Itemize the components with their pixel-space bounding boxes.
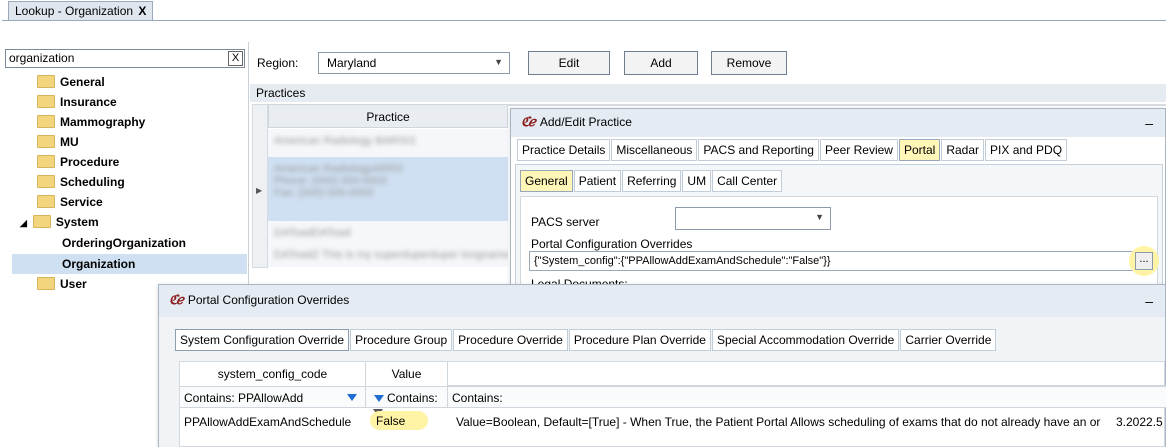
- tree-item-procedure[interactable]: Procedure: [37, 152, 247, 172]
- portal-tab-panel: General Patient Referring UM Call Center PAC…: [515, 164, 1163, 291]
- subtab-patient[interactable]: Patient: [573, 170, 622, 192]
- ellipsis-button[interactable]: ...: [1135, 252, 1153, 270]
- region-select[interactable]: Maryland ▼: [318, 52, 510, 74]
- clear-search-icon[interactable]: X: [228, 51, 243, 66]
- folder-icon: [37, 135, 55, 148]
- add-button[interactable]: Add: [624, 51, 698, 75]
- edit-button[interactable]: Edit: [528, 51, 610, 75]
- content-border: [2, 20, 1166, 42]
- document-tabstrip: [0, 0, 1166, 20]
- window-title: Add/Edit Practice: [539, 115, 632, 129]
- tab-carrier-override[interactable]: Carrier Override: [900, 329, 997, 351]
- folder-icon: [37, 277, 55, 290]
- open-folder-icon: [32, 215, 51, 228]
- tree: General Insurance Mammography MU Procedu…: [37, 72, 247, 212]
- portal-overrides-label: Portal Configuration Overrides: [531, 237, 693, 251]
- dropdown-arrow-icon: ▼: [815, 212, 824, 222]
- folder-icon: [37, 195, 55, 208]
- filter-description[interactable]: Contains:: [448, 387, 748, 407]
- app-logo-icon: ℭℯ: [521, 115, 536, 130]
- cell-description: Value=Boolean, Default=[True] - When Tru…: [456, 415, 1101, 429]
- subtab-general[interactable]: General: [520, 170, 573, 192]
- table-row[interactable]: PPAllowAddExamAndSchedule False Value=Bo…: [180, 410, 1166, 432]
- window-titlebar[interactable]: ℭℯ Add/Edit Practice –: [511, 109, 1165, 137]
- cell-value[interactable]: False: [370, 411, 428, 430]
- tab-pacs-and-reporting[interactable]: PACS and Reporting: [698, 139, 819, 161]
- tab-radar[interactable]: Radar: [941, 139, 985, 161]
- practice-column-header[interactable]: Practice: [268, 104, 508, 128]
- tab-procedure-plan-override[interactable]: Procedure Plan Override: [568, 329, 711, 351]
- overrides-tabs: System Configuration Override Procedure G…: [175, 329, 997, 351]
- tab-pix-and-pdq[interactable]: PIX and PDQ: [985, 139, 1068, 161]
- table-row[interactable]: American Radiology BARISS: [268, 129, 508, 157]
- tab-procedure-override[interactable]: Procedure Override: [453, 329, 568, 351]
- folder-icon: [37, 175, 55, 188]
- tree-item-orderingorganization[interactable]: OrderingOrganization: [62, 233, 186, 253]
- tree-item-scheduling[interactable]: Scheduling: [37, 172, 247, 192]
- grid-header-border: [508, 104, 1166, 106]
- close-tab-icon[interactable]: X: [138, 4, 146, 18]
- subtab-referring[interactable]: Referring: [622, 170, 682, 192]
- folder-icon: [37, 75, 55, 88]
- tree-item-mu[interactable]: MU: [37, 132, 247, 152]
- tab-special-accommodation-override[interactable]: Special Accommodation Override: [711, 329, 900, 351]
- tab-procedure-group[interactable]: Procedure Group: [350, 329, 453, 351]
- tree-item-general[interactable]: General: [37, 72, 247, 92]
- folder-icon: [37, 155, 55, 168]
- tab-peer-review[interactable]: Peer Review: [819, 139, 898, 161]
- portal-config-overrides-window: ℭℯ Portal Configuration Overrides – Syste…: [158, 284, 1166, 447]
- tab-portal[interactable]: Portal: [898, 139, 941, 161]
- filter-active-icon[interactable]: [374, 395, 384, 403]
- subtab-call-center[interactable]: Call Center: [712, 170, 783, 192]
- folder-icon: [37, 95, 55, 108]
- pacs-server-label: PACS server: [531, 215, 600, 229]
- tab-lookup-organization[interactable]: Lookup - Organization X: [8, 1, 154, 20]
- tree-item-system[interactable]: ◢ System: [20, 212, 99, 232]
- app-logo-icon: ℭℯ: [169, 293, 184, 308]
- window-title: Portal Configuration Overrides: [187, 293, 350, 307]
- pacs-server-select[interactable]: ▼: [675, 207, 831, 230]
- filter-code[interactable]: Contains: PPAllowAdd: [180, 387, 366, 407]
- table-row[interactable]: DAToadZ This is my superduperduper longn…: [268, 243, 508, 267]
- window-titlebar[interactable]: ℭℯ Portal Configuration Overrides –: [159, 285, 1165, 317]
- tab-system-configuration-override[interactable]: System Configuration Override: [175, 329, 350, 351]
- minimize-icon[interactable]: –: [1145, 293, 1153, 309]
- tab-practice-details[interactable]: Practice Details: [517, 139, 611, 161]
- tab-title: Lookup - Organization: [15, 4, 134, 18]
- filter-active-icon[interactable]: [347, 394, 357, 401]
- tree-search-input[interactable]: organization X: [5, 49, 245, 68]
- practices-section-label: Practices: [250, 84, 1166, 102]
- dropdown-arrow-icon: ▼: [494, 57, 503, 67]
- minimize-icon[interactable]: –: [1145, 115, 1153, 131]
- portal-overrides-field[interactable]: {"System_config":{"PPAllowAddExamAndSche…: [529, 251, 1133, 271]
- remove-button[interactable]: Remove: [711, 51, 787, 75]
- filter-row: Contains: PPAllowAdd Contains: Contains:: [180, 386, 1166, 417]
- overrides-grid: system_config_code Value Contains: PPAll…: [179, 361, 1166, 447]
- table-row-selected[interactable]: American RadiologyARRS Phone: (000) 000-…: [268, 157, 508, 221]
- practice-tabs: Practice Details Miscellaneous PACS and Re…: [517, 139, 1068, 161]
- portal-subtabs: General Patient Referring UM Call Center: [520, 170, 783, 192]
- tree-item-mammography[interactable]: Mammography: [37, 112, 247, 132]
- folder-icon: [37, 115, 55, 128]
- tab-miscellaneous[interactable]: Miscellaneous: [611, 139, 698, 161]
- tree-item-organization[interactable]: Organization: [62, 254, 135, 274]
- column-header-description[interactable]: [448, 362, 1166, 386]
- cell-version: 3.2022.5: [1116, 415, 1163, 429]
- collapse-arrow-icon[interactable]: ◢: [20, 218, 27, 228]
- tree-item-insurance[interactable]: Insurance: [37, 92, 247, 112]
- subtab-um[interactable]: UM: [682, 170, 712, 192]
- column-header-value[interactable]: Value: [366, 362, 448, 386]
- table-row[interactable]: DAToadDAToad: [268, 221, 508, 243]
- region-label: Region:: [257, 56, 299, 70]
- filter-value[interactable]: Contains:: [366, 387, 448, 417]
- tree-item-service[interactable]: Service: [37, 192, 247, 212]
- current-row-arrow-icon: ▶: [256, 186, 263, 195]
- add-edit-practice-window: ℭℯ Add/Edit Practice – Practice Details Mi…: [510, 108, 1166, 291]
- overrides-body: System Configuration Override Procedure G…: [159, 317, 1166, 447]
- cell-code: PPAllowAddExamAndSchedule: [184, 415, 352, 429]
- tree-item-user[interactable]: User: [37, 274, 87, 294]
- search-value: organization: [9, 51, 75, 65]
- general-panel: PACS server ▼ Portal Configuration Overr…: [520, 196, 1159, 291]
- column-header-system-config-code[interactable]: system_config_code: [180, 362, 366, 386]
